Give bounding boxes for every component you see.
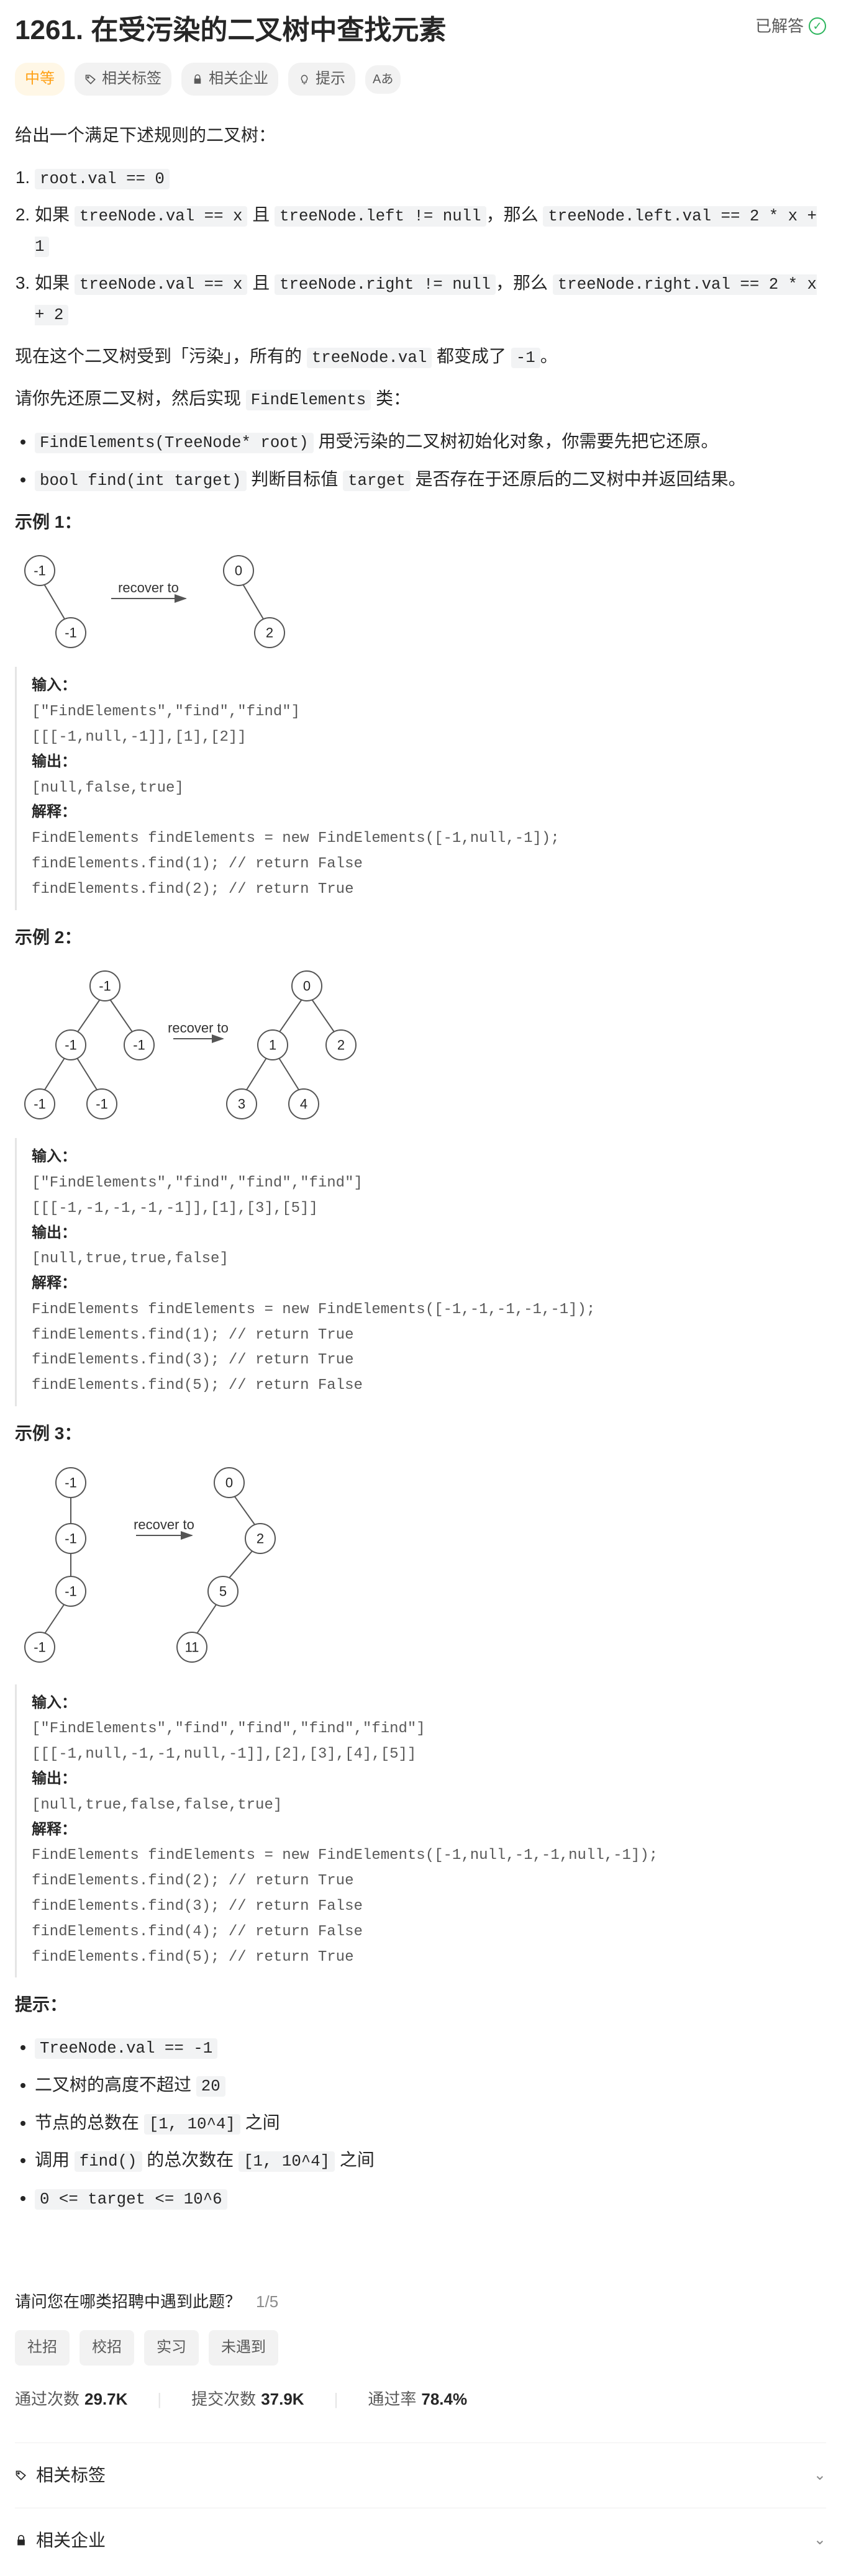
svg-text:-1: -1 — [65, 625, 77, 641]
svg-text:4: 4 — [300, 1096, 307, 1112]
svg-text:5: 5 — [219, 1583, 227, 1599]
example-3-block: 输入： ["FindElements","find","find","find"… — [15, 1684, 826, 1978]
survey-question: 请问您在哪类招聘中遇到此题？ 1/5 — [15, 2288, 826, 2315]
svg-text:-1: -1 — [34, 1639, 46, 1655]
example-2-diagram: -1 -1 -1 -1 -1 recover to 0 1 2 3 4 — [15, 964, 826, 1126]
survey-option[interactable]: 实习 — [144, 2330, 199, 2366]
svg-text:recover to: recover to — [134, 1517, 194, 1532]
example-3-diagram: -1 -1 -1 -1 recover to 0 2 5 11 — [15, 1461, 826, 1672]
check-icon: ✓ — [809, 17, 826, 35]
example-1-block: 输入： ["FindElements","find","find"] [[[-1… — [15, 667, 826, 910]
lock-icon — [15, 2534, 27, 2547]
example-1-title: 示例 1： — [15, 507, 826, 537]
chevron-down-icon: ⌄ — [814, 2463, 826, 2488]
svg-text:2: 2 — [337, 1037, 345, 1053]
survey-options: 社招 校招 实习 未遇到 — [15, 2330, 826, 2366]
tag-icon — [15, 2469, 27, 2482]
svg-text:2: 2 — [257, 1530, 264, 1546]
survey-option[interactable]: 校招 — [80, 2330, 134, 2366]
survey-page: 1/5 — [256, 2288, 278, 2315]
tag-icon — [84, 73, 97, 86]
font-badge[interactable]: Aあ — [365, 65, 401, 94]
rules-list: root.val == 0 如果 treeNode.val == x 且 tre… — [15, 163, 826, 329]
difficulty-badge[interactable]: 中等 — [15, 63, 65, 96]
related-companies-row[interactable]: 相关企业 ⌄ — [15, 2508, 826, 2573]
svg-text:3: 3 — [238, 1096, 245, 1112]
svg-text:-1: -1 — [99, 978, 111, 994]
svg-text:-1: -1 — [133, 1037, 145, 1053]
svg-text:recover to: recover to — [168, 1020, 229, 1036]
svg-text:recover to: recover to — [118, 580, 179, 595]
svg-text:-1: -1 — [96, 1096, 108, 1112]
chevron-down-icon: ⌄ — [814, 2528, 826, 2553]
font-icon: Aあ — [373, 69, 393, 90]
example-2-block: 输入： ["FindElements","find","find","find"… — [15, 1138, 826, 1406]
survey-option[interactable]: 未遇到 — [209, 2330, 278, 2366]
hint-badge[interactable]: 提示 — [288, 63, 355, 96]
companies-badge[interactable]: 相关企业 — [181, 63, 278, 96]
problem-description: 给出一个满足下述规则的二叉树： root.val == 0 如果 treeNod… — [15, 120, 826, 2213]
svg-text:-1: -1 — [34, 563, 46, 579]
badge-row: 中等 相关标签 相关企业 提示 Aあ — [15, 63, 826, 96]
svg-text:0: 0 — [303, 978, 311, 994]
bulb-icon — [298, 73, 311, 86]
svg-text:-1: -1 — [65, 1583, 77, 1599]
svg-text:0: 0 — [225, 1475, 233, 1490]
constraints-list: TreeNode.val == -1 二叉树的高度不超过 20 节点的总数在 [… — [15, 2032, 826, 2213]
svg-text:-1: -1 — [65, 1037, 77, 1053]
related-tags-row[interactable]: 相关标签 ⌄ — [15, 2443, 826, 2508]
constraints-title: 提示： — [15, 1990, 826, 2020]
svg-text:-1: -1 — [65, 1530, 77, 1546]
lock-icon — [191, 73, 204, 86]
problem-title: 1261. 在受污染的二叉树中查找元素 — [15, 12, 446, 48]
example-2-title: 示例 2： — [15, 923, 826, 952]
example-3-title: 示例 3： — [15, 1419, 826, 1448]
example-1-diagram: -1 -1 recover to 0 2 — [15, 549, 826, 654]
svg-text:11: 11 — [185, 1639, 199, 1655]
svg-text:-1: -1 — [65, 1475, 77, 1490]
svg-text:2: 2 — [266, 625, 273, 641]
svg-text:-1: -1 — [34, 1096, 46, 1112]
methods-list: FindElements(TreeNode* root) 用受污染的二叉树初始化… — [15, 427, 826, 495]
tags-badge[interactable]: 相关标签 — [75, 63, 171, 96]
survey-option[interactable]: 社招 — [15, 2330, 70, 2366]
stats-row: 通过次数29.7K | 提交次数37.9K | 通过率78.4% — [15, 2385, 826, 2413]
svg-text:1: 1 — [269, 1037, 276, 1053]
svg-text:0: 0 — [235, 563, 242, 579]
solved-status: 已解答 ✓ — [755, 12, 826, 40]
